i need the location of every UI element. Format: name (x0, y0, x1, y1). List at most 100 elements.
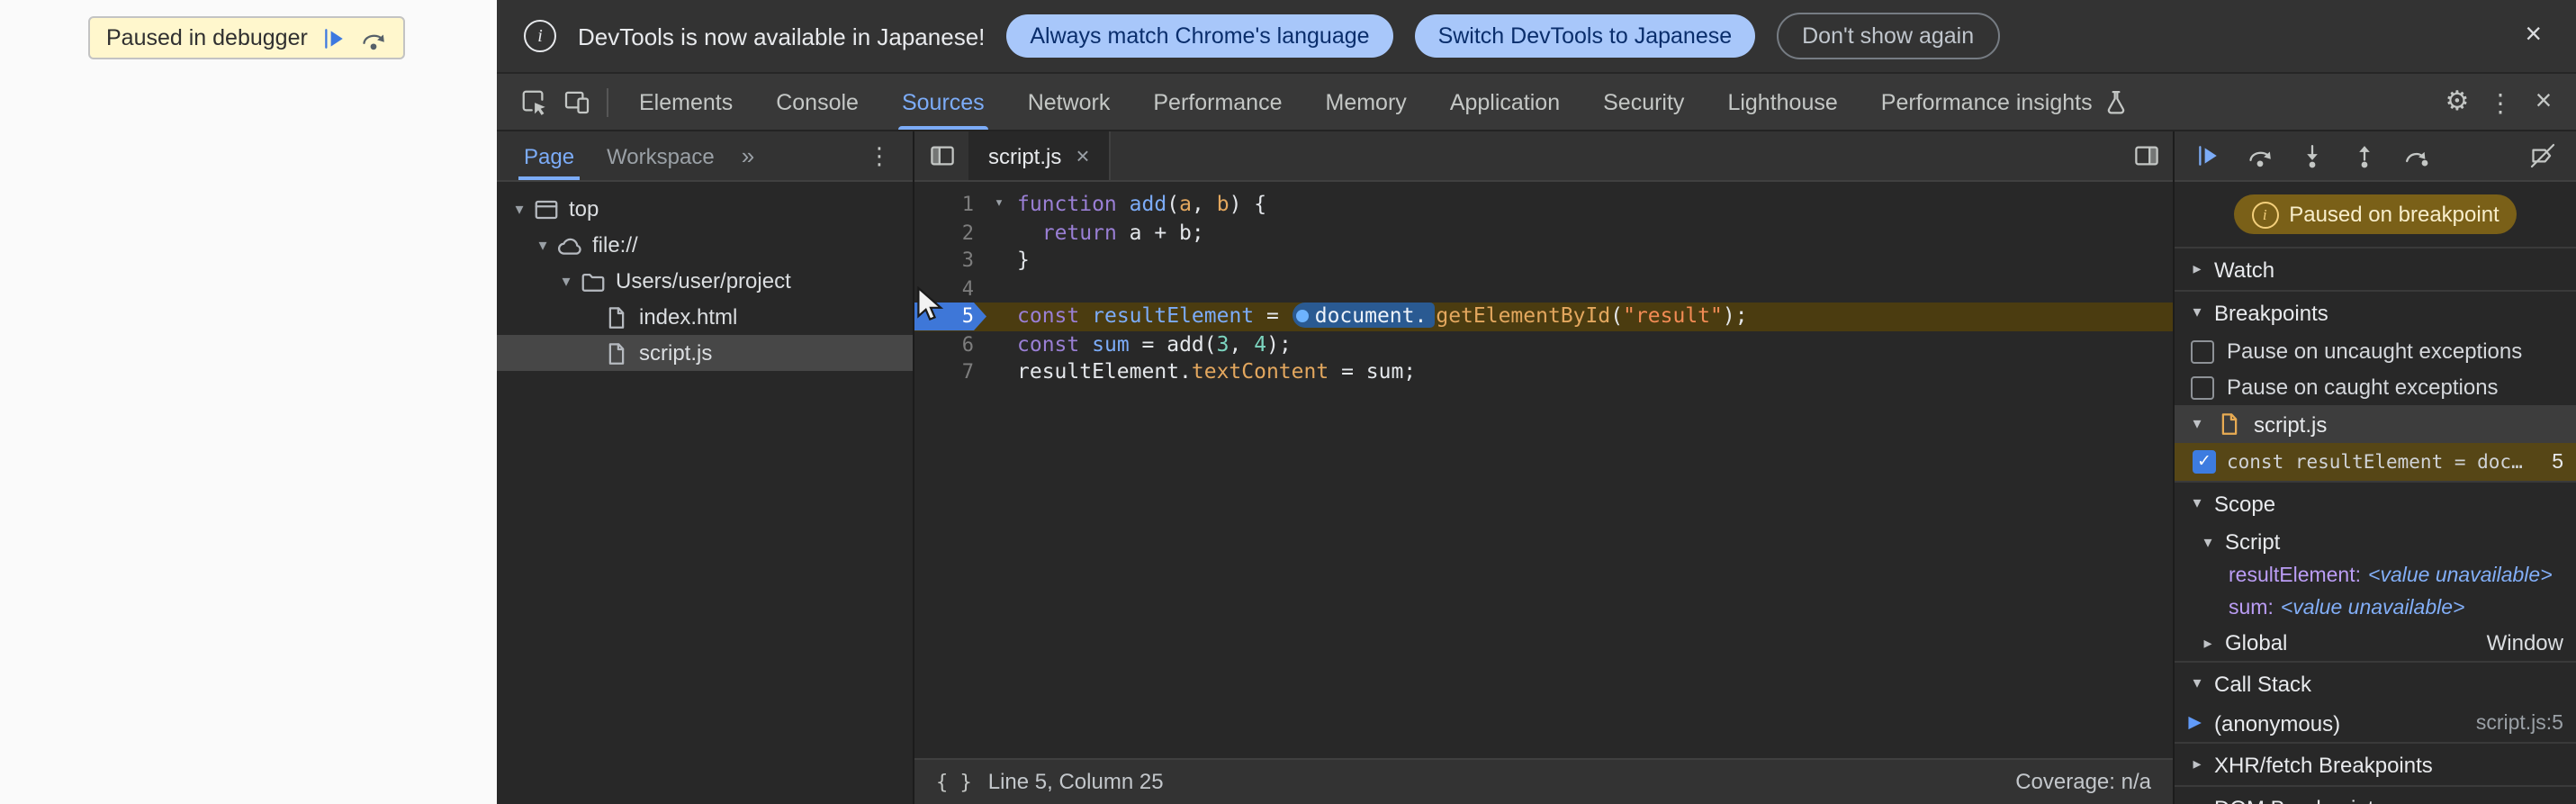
tab-workspace[interactable]: Workspace (590, 131, 731, 180)
breakpoint-checkbox[interactable]: ✓ (2193, 450, 2216, 474)
dom-breakpoints-header[interactable]: ▸ DOM Breakpoints (2175, 787, 2576, 804)
tab-memory[interactable]: Memory (1304, 74, 1428, 130)
scope-section-header[interactable]: ▾ Scope (2175, 483, 2576, 524)
tab-network[interactable]: Network (1006, 74, 1132, 130)
disclosure-icon[interactable]: ▾ (508, 199, 531, 219)
disclosure-icon[interactable]: ▾ (531, 235, 554, 255)
scope-group-label: Script (2225, 529, 2281, 555)
line-number[interactable]: 6 (914, 330, 986, 358)
step-over-icon[interactable] (2245, 140, 2275, 171)
chevron-right-icon: ▸ (2203, 633, 2212, 651)
tab-close-icon[interactable]: × (1076, 144, 1089, 167)
breakpoint-file-group[interactable]: ▾ script.js (2175, 405, 2576, 443)
editor-pane: script.js × 1 ▾ function add(a, b) {2 retu… (914, 131, 2173, 804)
tree-item-top[interactable]: ▾ top (497, 191, 913, 227)
tab-label: Network (1027, 89, 1111, 114)
tab-page[interactable]: Page (508, 131, 590, 180)
tree-item-users-user-project[interactable]: ▾ Users/user/project (497, 263, 913, 299)
global-value: Window (2486, 630, 2563, 655)
coverage-status: Coverage: n/a (2015, 769, 2151, 794)
evaluated-token-highlight[interactable]: document. (1293, 303, 1435, 328)
resume-icon[interactable] (320, 24, 347, 51)
fold-arrow-icon[interactable]: ▾ (986, 191, 1012, 219)
breakpoint-line-number: 5 (2552, 451, 2563, 473)
dont-show-again-button[interactable]: Don't show again (1777, 13, 2000, 59)
disclosure-icon[interactable]: ▾ (554, 271, 578, 291)
step-over-icon[interactable] (360, 24, 387, 51)
tab-elements[interactable]: Elements (617, 74, 754, 130)
tab-security[interactable]: Security (1581, 74, 1706, 130)
code-line: 6 const sum = add(3, 4); (914, 330, 2173, 358)
pretty-print-icon[interactable]: { } (936, 770, 972, 793)
dom-breakpoints-section: ▸ DOM Breakpoints (2175, 785, 2576, 804)
scope-script-group[interactable]: ▾ Script (2175, 524, 2576, 560)
info-icon: i (2251, 201, 2279, 228)
step-icon[interactable] (2401, 140, 2432, 171)
toggle-debugger-sidebar-icon[interactable] (2119, 131, 2173, 180)
devtools-close-icon[interactable]: × (2522, 80, 2565, 123)
scope-global-group[interactable]: ▸ Global Window (2175, 625, 2576, 661)
toggle-navigator-icon[interactable] (914, 131, 968, 180)
main-toolbar: Elements Console Sources Network Performance… (497, 74, 2576, 131)
variable-name: resultElement: (2229, 565, 2362, 587)
call-stack-frame[interactable]: (anonymous) script.js:5 (2175, 704, 2576, 742)
breakpoints-section-header[interactable]: ▾ Breakpoints (2175, 292, 2576, 333)
navigator-kebab-icon[interactable]: ⋮ (857, 141, 902, 170)
line-number[interactable]: 7 (914, 358, 986, 386)
device-toolbar-icon[interactable] (554, 80, 598, 123)
kebab-menu-icon[interactable]: ⋮ (2479, 80, 2522, 123)
info-icon: i (524, 20, 556, 52)
code-editor[interactable]: 1 ▾ function add(a, b) {2 return a + b; 3} 4… (914, 182, 2173, 757)
xhr-breakpoints-header[interactable]: ▸ XHR/fetch Breakpoints (2175, 744, 2576, 785)
section-label: Breakpoints (2214, 300, 2328, 325)
step-into-icon[interactable] (2297, 140, 2328, 171)
line-number[interactable]: 3 (914, 247, 986, 275)
scope-variable-row[interactable]: sum: <value unavailable> (2175, 592, 2576, 625)
pause-uncaught-exceptions-row[interactable]: Pause on uncaught exceptions (2175, 333, 2576, 369)
tab-label: Console (776, 89, 859, 114)
switch-to-japanese-button[interactable]: Switch DevTools to Japanese (1414, 14, 1756, 58)
breakpoint-entry[interactable]: ✓ const resultElement = doc… 5 (2175, 443, 2576, 481)
editor-tab-script-js[interactable]: script.js × (968, 131, 1112, 180)
tab-console[interactable]: Console (754, 74, 880, 130)
browser-page-area: Paused in debugger (0, 0, 497, 804)
call-stack-section-header[interactable]: ▾ Call Stack (2175, 663, 2576, 704)
code-line: 4 (914, 275, 2173, 303)
overflow-chevrons-icon[interactable]: » (731, 142, 765, 169)
checkbox-unchecked[interactable] (2191, 375, 2214, 399)
tree-item-index-html[interactable]: index.html (497, 299, 913, 335)
tab-sources[interactable]: Sources (880, 74, 1006, 130)
always-match-language-button[interactable]: Always match Chrome's language (1006, 14, 1393, 58)
line-number[interactable]: 1 (914, 191, 986, 219)
watch-section-header[interactable]: ▸ Watch (2175, 248, 2576, 290)
code-text: } (1017, 247, 1030, 272)
tab-label: Sources (901, 89, 985, 114)
checkbox-unchecked[interactable] (2191, 339, 2214, 363)
resume-icon[interactable] (2193, 140, 2223, 171)
check-icon: ✓ (2197, 451, 2211, 472)
navigator-pane: Page Workspace » ⋮ ▾ top ▾ file:// ▾ Users/us… (497, 131, 914, 804)
line-number[interactable]: 2 (914, 219, 986, 247)
tree-item-file[interactable]: ▾ file:// (497, 227, 913, 263)
gear-icon[interactable]: ⚙ (2436, 80, 2479, 123)
code-text: const resultElement = document. getElemen… (1017, 303, 1748, 328)
scope-variable-row[interactable]: resultElement: <value unavailable> (2175, 560, 2576, 592)
infobar-close-icon[interactable]: × (2517, 21, 2549, 50)
code-line: 1 ▾ function add(a, b) { (914, 191, 2173, 219)
deactivate-breakpoints-icon[interactable] (2527, 140, 2558, 171)
devtools-window: i DevTools is now available in Japanese!… (497, 0, 2576, 804)
tab-performance-insights[interactable]: Performance insights (1860, 74, 2152, 130)
step-out-icon[interactable] (2349, 140, 2380, 171)
tree-item-script-js[interactable]: script.js (497, 335, 913, 371)
inspect-icon[interactable] (511, 80, 554, 123)
toolbar-divider (607, 87, 608, 116)
tab-lighthouse[interactable]: Lighthouse (1706, 74, 1859, 130)
tab-performance[interactable]: Performance (1131, 74, 1303, 130)
tab-application[interactable]: Application (1428, 74, 1581, 130)
pause-caught-exceptions-row[interactable]: Pause on caught exceptions (2175, 369, 2576, 405)
tree-item-label: index.html (639, 304, 738, 330)
chevron-down-icon: ▾ (2203, 532, 2212, 550)
